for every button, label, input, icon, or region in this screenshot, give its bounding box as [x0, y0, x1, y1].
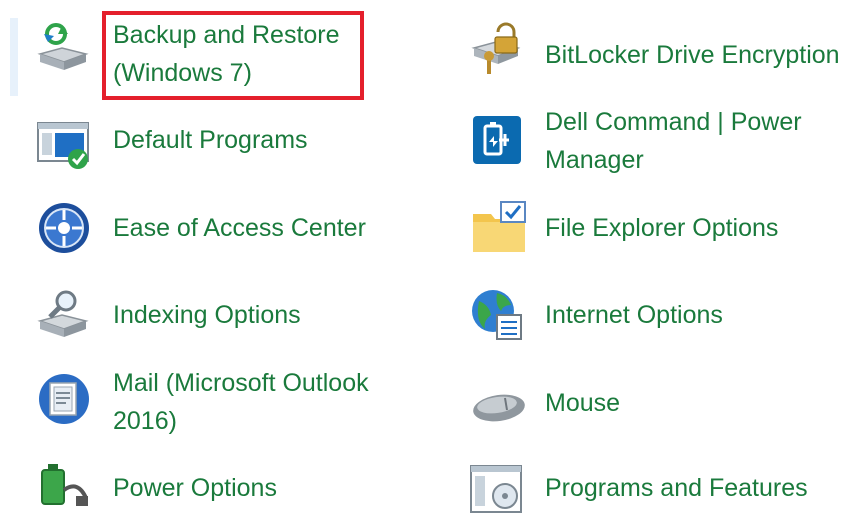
programs-and-features-icon	[469, 462, 525, 518]
item-bitlocker[interactable]: BitLocker Drive Encryption	[465, 20, 865, 90]
item-default-programs[interactable]: Default Programs	[0, 108, 380, 178]
item-label-line1: Dell Command | Power	[545, 108, 802, 136]
mail-icon	[36, 371, 92, 427]
item-backup-and-restore[interactable]: Backup and Restore (Windows 7)	[0, 0, 380, 100]
item-label: BitLocker Drive Encryption	[545, 41, 840, 69]
power-options-icon	[36, 460, 92, 516]
item-label: File Explorer Options	[545, 214, 779, 242]
mouse-icon	[471, 380, 527, 436]
item-power-options[interactable]: Power Options	[0, 456, 380, 506]
item-internet-options[interactable]: Internet Options	[465, 283, 865, 353]
item-programs-and-features[interactable]: Programs and Features	[465, 456, 865, 513]
item-label-line2: 2016)	[113, 407, 177, 435]
item-label: Mouse	[545, 389, 621, 417]
item-mail-microsoft-outlook[interactable]: Mail (Microsoft Outlook 2016)	[0, 362, 420, 444]
item-label-line1: Backup and Restore	[113, 21, 340, 49]
internet-options-icon	[469, 287, 525, 343]
item-ease-of-access-center[interactable]: Ease of Access Center	[0, 196, 380, 266]
item-label-line1: Mail (Microsoft Outlook	[113, 369, 369, 397]
item-label: Programs and Features	[545, 474, 808, 502]
item-label-line2: Manager	[545, 146, 644, 174]
item-label-line2: (Windows 7)	[113, 59, 252, 87]
default-programs-icon	[36, 117, 92, 173]
item-label: Default Programs	[113, 126, 308, 154]
item-indexing-options[interactable]: Indexing Options	[0, 283, 380, 353]
ease-of-access-icon	[36, 200, 92, 256]
item-dell-command-power-manager[interactable]: Dell Command | Power Manager	[465, 100, 865, 185]
item-label: Internet Options	[545, 301, 723, 329]
item-label: Ease of Access Center	[113, 214, 366, 242]
item-mouse[interactable]: Mouse	[465, 372, 865, 442]
backup-restore-icon	[34, 20, 90, 76]
dell-power-manager-icon	[469, 112, 525, 168]
item-file-explorer-options[interactable]: File Explorer Options	[465, 196, 865, 266]
item-label: Indexing Options	[113, 301, 301, 329]
indexing-options-icon	[36, 287, 92, 343]
bitlocker-icon	[468, 22, 524, 78]
item-label: Power Options	[113, 474, 277, 502]
file-explorer-options-icon	[471, 200, 527, 256]
